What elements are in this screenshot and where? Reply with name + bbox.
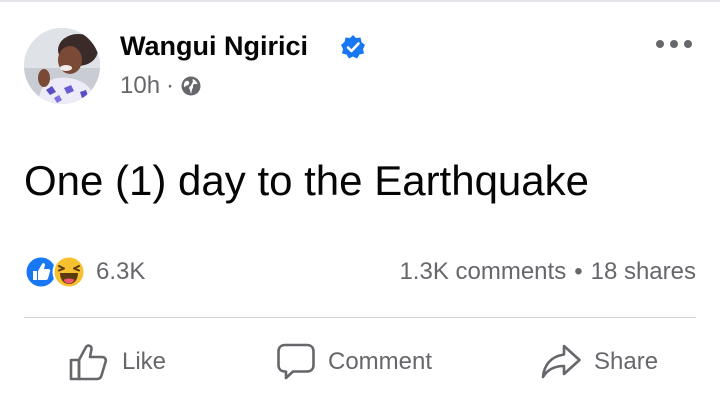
post-timestamp[interactable]: 10h: [120, 72, 160, 100]
reactions-summary: 6.3K 1.3K comments • 18 shares: [24, 252, 696, 292]
post-text: One (1) day to the Earthquake: [24, 157, 590, 204]
globe-icon: [181, 76, 201, 96]
like-reaction-icon: [24, 255, 58, 289]
verified-badge-icon: [341, 35, 365, 59]
share-arrow-icon: [541, 344, 581, 379]
post-actions: Like Comment Share: [24, 330, 696, 394]
reaction-icons[interactable]: [24, 255, 88, 289]
actions-divider: [24, 317, 696, 318]
more-options-icon[interactable]: [652, 30, 696, 58]
meta-separator: ·: [166, 72, 175, 99]
post-meta: 10h ·: [120, 72, 202, 100]
like-button[interactable]: Like: [68, 330, 166, 394]
avatar-photo: [24, 28, 100, 104]
author-avatar[interactable]: [24, 28, 100, 104]
comments-count[interactable]: 1.3K comments: [399, 258, 566, 285]
comment-icon: [277, 343, 315, 380]
post-header: Wangui Ngirici 10h ·: [24, 24, 696, 106]
top-divider: [0, 0, 720, 2]
engagement-dot: •: [574, 258, 583, 285]
engagement-counts: 1.3K comments • 18 shares: [399, 258, 696, 286]
share-label: Share: [594, 348, 659, 375]
comment-label: Comment: [328, 348, 433, 375]
share-button[interactable]: Share: [540, 330, 658, 394]
thumbs-up-icon: [69, 344, 108, 381]
author-name[interactable]: Wangui Ngirici: [120, 30, 308, 62]
comment-button[interactable]: Comment: [276, 330, 432, 394]
like-label: Like: [122, 348, 167, 375]
reaction-count[interactable]: 6.3K: [96, 258, 145, 286]
shares-count[interactable]: 18 shares: [591, 258, 696, 285]
haha-reaction-icon: [52, 255, 86, 289]
